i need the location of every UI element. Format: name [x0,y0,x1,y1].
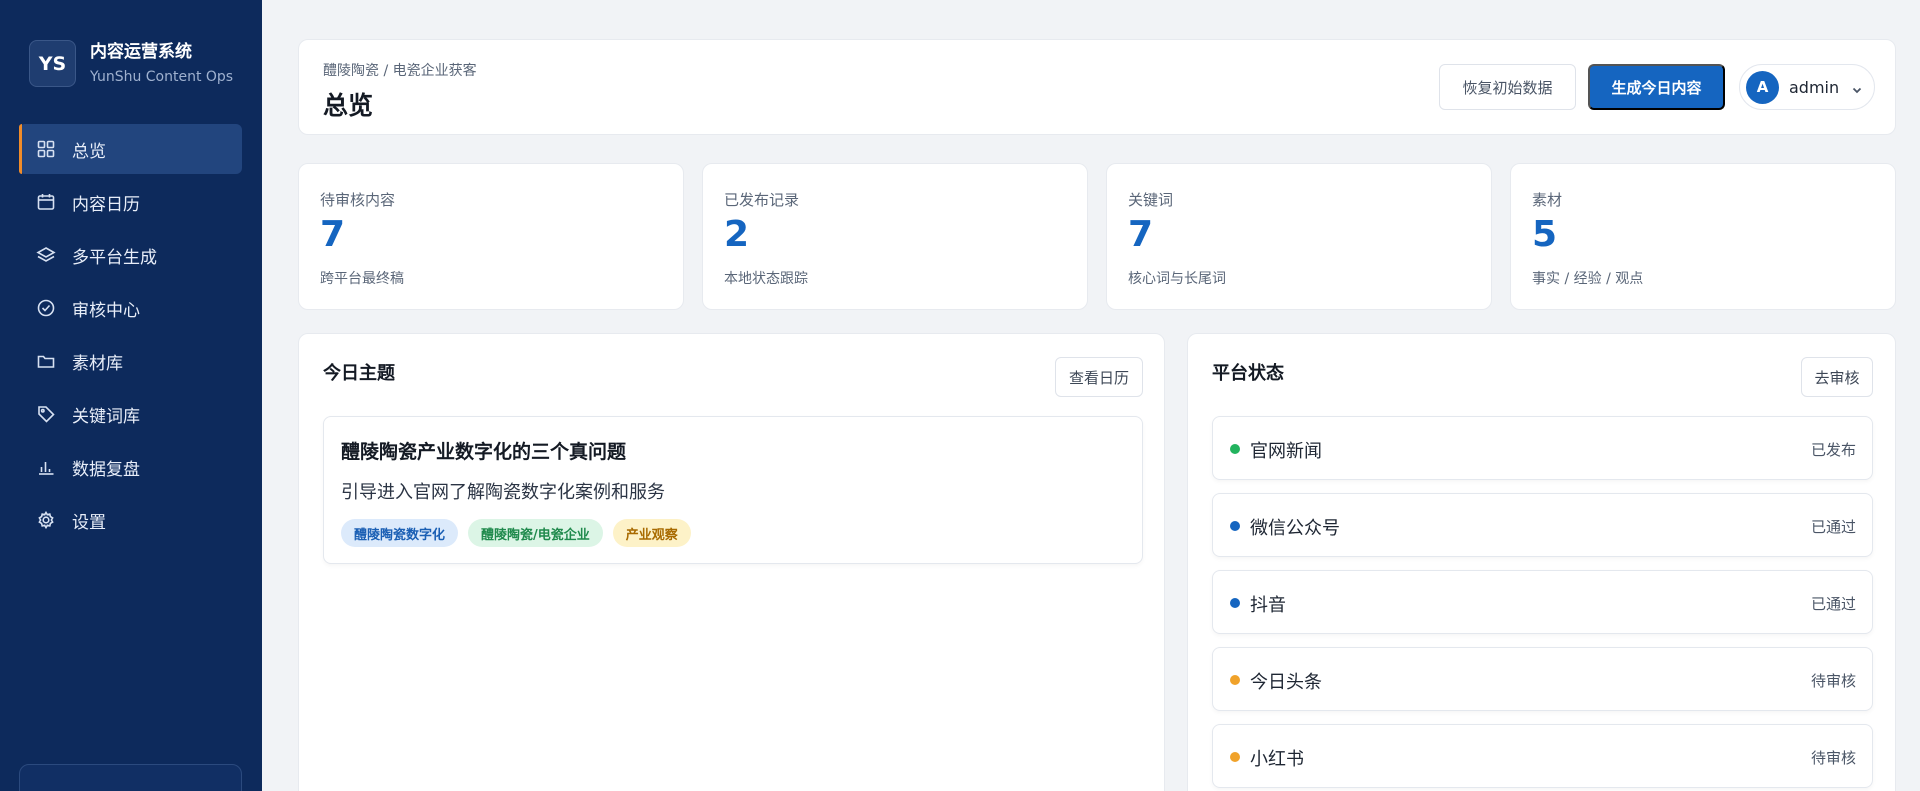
sidebar-item-label: 素材库 [72,353,123,374]
sidebar-item-label: 关键词库 [72,406,140,427]
sidebar-item-multi-platform[interactable]: 多平台生成 [19,230,242,280]
reset-data-button[interactable]: 恢复初始数据 [1439,64,1576,110]
platform-row[interactable]: 今日头条 待审核 [1212,647,1873,711]
brand-logo: YS [29,40,76,87]
platform-name: 微信公众号 [1250,518,1340,539]
topic-subtitle: 引导进入官网了解陶瓷数字化案例和服务 [341,482,665,503]
sidebar-item-calendar[interactable]: 内容日历 [19,177,242,227]
sidebar: YS 内容运营系统 YunShu Content Ops 总览 内容日历 多平台… [0,0,262,791]
status-dot [1230,752,1240,762]
page-header: 醴陵陶瓷 / 电瓷企业获客 总览 恢复初始数据 生成今日内容 A admin [298,39,1896,135]
stat-desc: 事实 / 经验 / 观点 [1532,271,1644,287]
status-badge: 已通过 [1810,595,1856,613]
page-title: 总览 [323,91,374,120]
sidebar-item-label: 多平台生成 [72,247,157,268]
sidebar-item-label: 数据复盘 [72,459,140,480]
stat-card-keywords[interactable]: 关键词 7 核心词与长尾词 [1106,163,1492,310]
calendar-icon [36,192,56,212]
sidebar-item-settings[interactable]: 设置 [19,495,242,545]
stat-label: 已发布记录 [724,191,800,209]
avatar: A [1746,70,1779,104]
sidebar-item-overview[interactable]: 总览 [19,124,242,174]
brand[interactable]: YS 内容运营系统 YunShu Content Ops [29,40,233,87]
panel-title: 平台状态 [1212,363,1284,384]
status-badge: 已通过 [1810,518,1856,536]
platform-row[interactable]: 小红书 待审核 [1212,724,1873,788]
stat-card-published[interactable]: 已发布记录 2 本地状态跟踪 [702,163,1088,310]
platform-status-panel: 平台状态 去审核 官网新闻 已发布 微信公众号 已通过 抖音 已通过 今日头条 … [1187,333,1896,791]
bar-chart-icon [36,457,56,477]
tag: 醴陵陶瓷数字化 [341,519,459,547]
brand-subtitle: YunShu Content Ops [90,68,234,85]
generate-today-button[interactable]: 生成今日内容 [1588,64,1725,110]
platform-name: 官网新闻 [1250,441,1322,462]
stat-desc: 核心词与长尾词 [1128,271,1226,287]
sidebar-item-analytics[interactable]: 数据复盘 [19,442,242,492]
platform-row[interactable]: 抖音 已通过 [1212,570,1873,634]
topic-tags: 醴陵陶瓷数字化 醴陵陶瓷/电瓷企业 产业观察 [341,519,701,547]
sidebar-item-assets[interactable]: 素材库 [19,336,242,386]
status-badge: 已发布 [1810,441,1856,459]
sidebar-item-keywords[interactable]: 关键词库 [19,389,242,439]
breadcrumb: 醴陵陶瓷 / 电瓷企业获客 [323,63,477,79]
stat-label: 关键词 [1128,191,1174,209]
platform-row[interactable]: 微信公众号 已通过 [1212,493,1873,557]
status-dot [1230,521,1240,531]
go-review-button[interactable]: 去审核 [1801,357,1873,397]
stat-desc: 本地状态跟踪 [724,271,808,287]
platform-name: 今日头条 [1250,672,1322,693]
grid-icon [36,139,56,159]
topic-card[interactable]: 醴陵陶瓷产业数字化的三个真问题 引导进入官网了解陶瓷数字化案例和服务 醴陵陶瓷数… [323,416,1143,564]
panel-title: 今日主题 [323,363,395,384]
sidebar-footer-card [19,764,242,791]
view-calendar-button[interactable]: 查看日历 [1055,357,1143,397]
stat-desc: 跨平台最终稿 [320,271,404,287]
platform-name: 抖音 [1250,595,1286,616]
check-circle-icon [36,298,56,318]
brand-name: 内容运营系统 [90,41,192,62]
brand-text: 内容运营系统 YunShu Content Ops [90,41,233,87]
status-dot [1230,598,1240,608]
today-topic-panel: 今日主题 查看日历 醴陵陶瓷产业数字化的三个真问题 引导进入官网了解陶瓷数字化案… [298,333,1165,791]
stat-card-pending[interactable]: 待审核内容 7 跨平台最终稿 [298,163,684,310]
platform-row[interactable]: 官网新闻 已发布 [1212,416,1873,480]
sidebar-item-review[interactable]: 审核中心 [19,283,242,333]
stat-value: 5 [1532,214,1558,255]
stat-value: 7 [320,214,346,255]
layers-icon [36,245,56,265]
status-dot [1230,444,1240,454]
sidebar-nav: 总览 内容日历 多平台生成 审核中心 素材库 关键词库 数据复盘 设置 [19,124,242,548]
status-dot [1230,675,1240,685]
gear-icon [36,510,56,530]
sidebar-item-label: 内容日历 [72,194,140,215]
tag-icon [36,404,56,424]
status-badge: 待审核 [1810,749,1856,767]
stat-card-assets[interactable]: 素材 5 事实 / 经验 / 观点 [1510,163,1896,310]
sidebar-item-label: 审核中心 [72,300,140,321]
sidebar-item-label: 设置 [72,512,106,533]
topic-title: 醴陵陶瓷产业数字化的三个真问题 [341,441,627,463]
stat-label: 素材 [1532,191,1563,209]
user-name: admin [1789,77,1840,97]
folder-icon [36,351,56,371]
status-badge: 待审核 [1810,672,1856,690]
sidebar-item-label: 总览 [72,141,106,162]
user-menu[interactable]: A admin [1739,64,1875,110]
platform-name: 小红书 [1250,749,1304,770]
tag: 产业观察 [612,519,691,547]
stat-label: 待审核内容 [320,191,396,209]
tag: 醴陵陶瓷/电瓷企业 [468,519,603,547]
chevron-down-icon [1851,81,1863,94]
stat-value: 2 [724,214,750,255]
stat-value: 7 [1128,214,1154,255]
